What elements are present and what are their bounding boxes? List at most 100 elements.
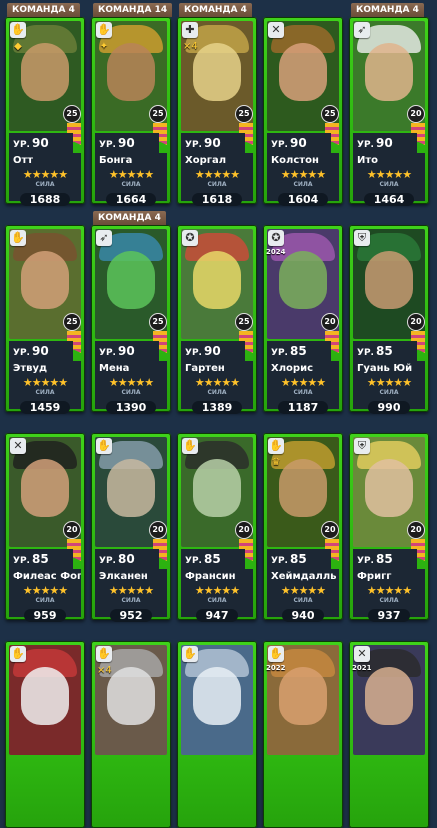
portrait-face (193, 667, 241, 725)
hero-level: УР. 90 (9, 341, 73, 361)
hero-card[interactable]: ✋ 25 УР. 90 Этвуд ★★★★★ СИЛА 1459 (5, 225, 85, 414)
hero-card[interactable]: ⛨ 20 УР. 85 Фригг ★★★★★ СИЛА 937 (349, 433, 429, 622)
power-value: 1604 (277, 193, 329, 206)
hero-card[interactable]: КОМАНДА 4 ✋ ◆ 25 УР. 90 Отт ★★★★★ СИЛА 1688 (5, 3, 85, 206)
hero-card[interactable]: ✕ 25 УР. 90 Колстон ★★★★★ СИЛА 1604 (263, 17, 343, 206)
hero-card[interactable]: ✋ (177, 641, 257, 828)
hero-power: СИЛА 1389 (181, 389, 253, 414)
emblem-level-badge: 20 (321, 313, 339, 331)
portrait-face (21, 667, 69, 725)
team-tag: КОМАНДА 4 (179, 3, 252, 17)
hero-family-icon: ♛ (271, 457, 281, 468)
emblem-level-badge: 20 (235, 521, 253, 539)
hero-name: Франсин (181, 569, 253, 585)
emblem-level-badge: 20 (149, 521, 167, 539)
hero-name: Хеймдалль (267, 569, 339, 585)
portrait-face (365, 43, 413, 101)
hero-card[interactable]: КОМАНДА 4 ✚ ×4 25 УР. 90 Хоргал ★★★★★ СИЛА 1618 (177, 3, 257, 206)
power-value: 952 (109, 609, 153, 622)
level-prefix: УР. (99, 556, 116, 566)
hero-class-icon: ➶ (96, 230, 112, 246)
power-label: СИЛА (293, 181, 313, 188)
emblem-level-badge: 20 (407, 105, 425, 123)
power-value: 1688 (19, 193, 71, 206)
hero-class-icon: ✕ (354, 646, 370, 662)
portrait-face (279, 251, 327, 309)
hero-class-icon: ✋ (10, 230, 26, 246)
hero-class-icon: ✋ (268, 646, 284, 662)
hero-card[interactable]: ✋ ×4 (91, 641, 171, 828)
power-value: 1187 (277, 401, 329, 414)
hero-power: СИЛА 952 (95, 597, 167, 622)
hero-name: Элканен (95, 569, 167, 585)
hero-power: СИЛА 1390 (95, 389, 167, 414)
portrait-face (107, 667, 155, 725)
hero-card[interactable]: ✕ 20 УР. 85 Филеас Фогг ★★★★★ СИЛА 959 (5, 433, 85, 622)
portrait-face (21, 251, 69, 309)
hero-card[interactable]: КОМАНДА 4 ➶ 20 УР. 90 Ито ★★★★★ СИЛА 1464 (349, 3, 429, 206)
level-prefix: УР. (13, 556, 30, 566)
power-value: 959 (23, 609, 67, 622)
hero-card[interactable]: ✋ (5, 641, 85, 828)
emblem-level-badge: 25 (149, 105, 167, 123)
portrait-face (193, 251, 241, 309)
hero-class-icon: ✋ (96, 22, 112, 38)
power-label: СИЛА (207, 389, 227, 396)
hero-name: Гуань Юй (353, 361, 425, 377)
hero-stars: ★★★★★ (267, 169, 339, 181)
power-label: СИЛА (379, 597, 399, 604)
portrait-face (279, 43, 327, 101)
hero-stars: ★★★★★ (181, 377, 253, 389)
level-prefix: УР. (271, 140, 288, 150)
hero-stars: ★★★★★ (95, 377, 167, 389)
hero-card[interactable]: ✋ 20 УР. 80 Элканен ★★★★★ СИЛА 952 (91, 433, 171, 622)
hero-card[interactable]: ⛨ 20 УР. 85 Гуань Юй ★★★★★ СИЛА 990 (349, 225, 429, 414)
hero-level: УР. 90 (353, 133, 417, 153)
hero-name: Бонга (95, 153, 167, 169)
power-label: СИЛА (379, 389, 399, 396)
hero-power: СИЛА 1459 (9, 389, 81, 414)
hero-name: Мена (95, 361, 167, 377)
hero-class-icon: ✕ (268, 22, 284, 38)
hero-family-icon: ◆ (14, 41, 22, 52)
event-year-tag: 2024 (266, 248, 286, 256)
level-prefix: УР. (357, 140, 374, 150)
team-tag: КОМАНДА 4 (7, 3, 80, 17)
emblem-level-badge: 20 (407, 521, 425, 539)
portrait-face (107, 459, 155, 517)
level-prefix: УР. (99, 348, 116, 358)
hero-card[interactable]: ✕ 2021 (349, 641, 429, 828)
hero-card[interactable]: КОМАНДА 4 ➶ 25 УР. 90 Мена ★★★★★ СИЛА 1390 (91, 211, 171, 414)
hero-level: УР. 80 (95, 549, 159, 569)
hero-card[interactable]: ✋ ♛ 20 УР. 85 Хеймдалль ★★★★★ СИЛА 940 (263, 433, 343, 622)
hero-level: УР. 85 (353, 341, 417, 361)
hero-name: Этвуд (9, 361, 81, 377)
hero-class-icon: ✪ (268, 230, 284, 246)
hero-card[interactable]: ✪ 2024 20 УР. 85 Хлорис ★★★★★ СИЛА 1187 (263, 225, 343, 414)
hero-card[interactable]: ✋ 2022 (263, 641, 343, 828)
hero-card[interactable]: ✪ 25 УР. 90 Гартен ★★★★★ СИЛА 1389 (177, 225, 257, 414)
hero-level: УР. 90 (95, 133, 159, 153)
level-prefix: УР. (99, 140, 116, 150)
power-value: 990 (367, 401, 411, 414)
hero-card[interactable]: КОМАНДА 14 ✋ ✦ 25 УР. 90 Бонга ★★★★★ СИЛА 1664 (91, 3, 173, 206)
level-value: 90 (31, 344, 49, 358)
power-label: СИЛА (35, 389, 55, 396)
portrait-face (21, 459, 69, 517)
power-label: СИЛА (207, 597, 227, 604)
portrait-face (279, 667, 327, 725)
power-value: 1389 (191, 401, 243, 414)
hero-power: СИЛА 1664 (95, 181, 167, 206)
level-prefix: УР. (271, 556, 288, 566)
hero-stars: ★★★★★ (95, 585, 167, 597)
hero-card[interactable]: ✋ 20 УР. 85 Франсин ★★★★★ СИЛА 947 (177, 433, 257, 622)
power-value: 1459 (19, 401, 71, 414)
emblem-level-badge: 25 (63, 313, 81, 331)
level-prefix: УР. (357, 556, 374, 566)
level-value: 90 (117, 136, 135, 150)
hero-class-icon: ⛨ (354, 230, 370, 246)
hero-class-icon: ✋ (96, 438, 112, 454)
portrait-face (279, 459, 327, 517)
hero-stars: ★★★★★ (353, 169, 425, 181)
hero-stars: ★★★★★ (353, 585, 425, 597)
